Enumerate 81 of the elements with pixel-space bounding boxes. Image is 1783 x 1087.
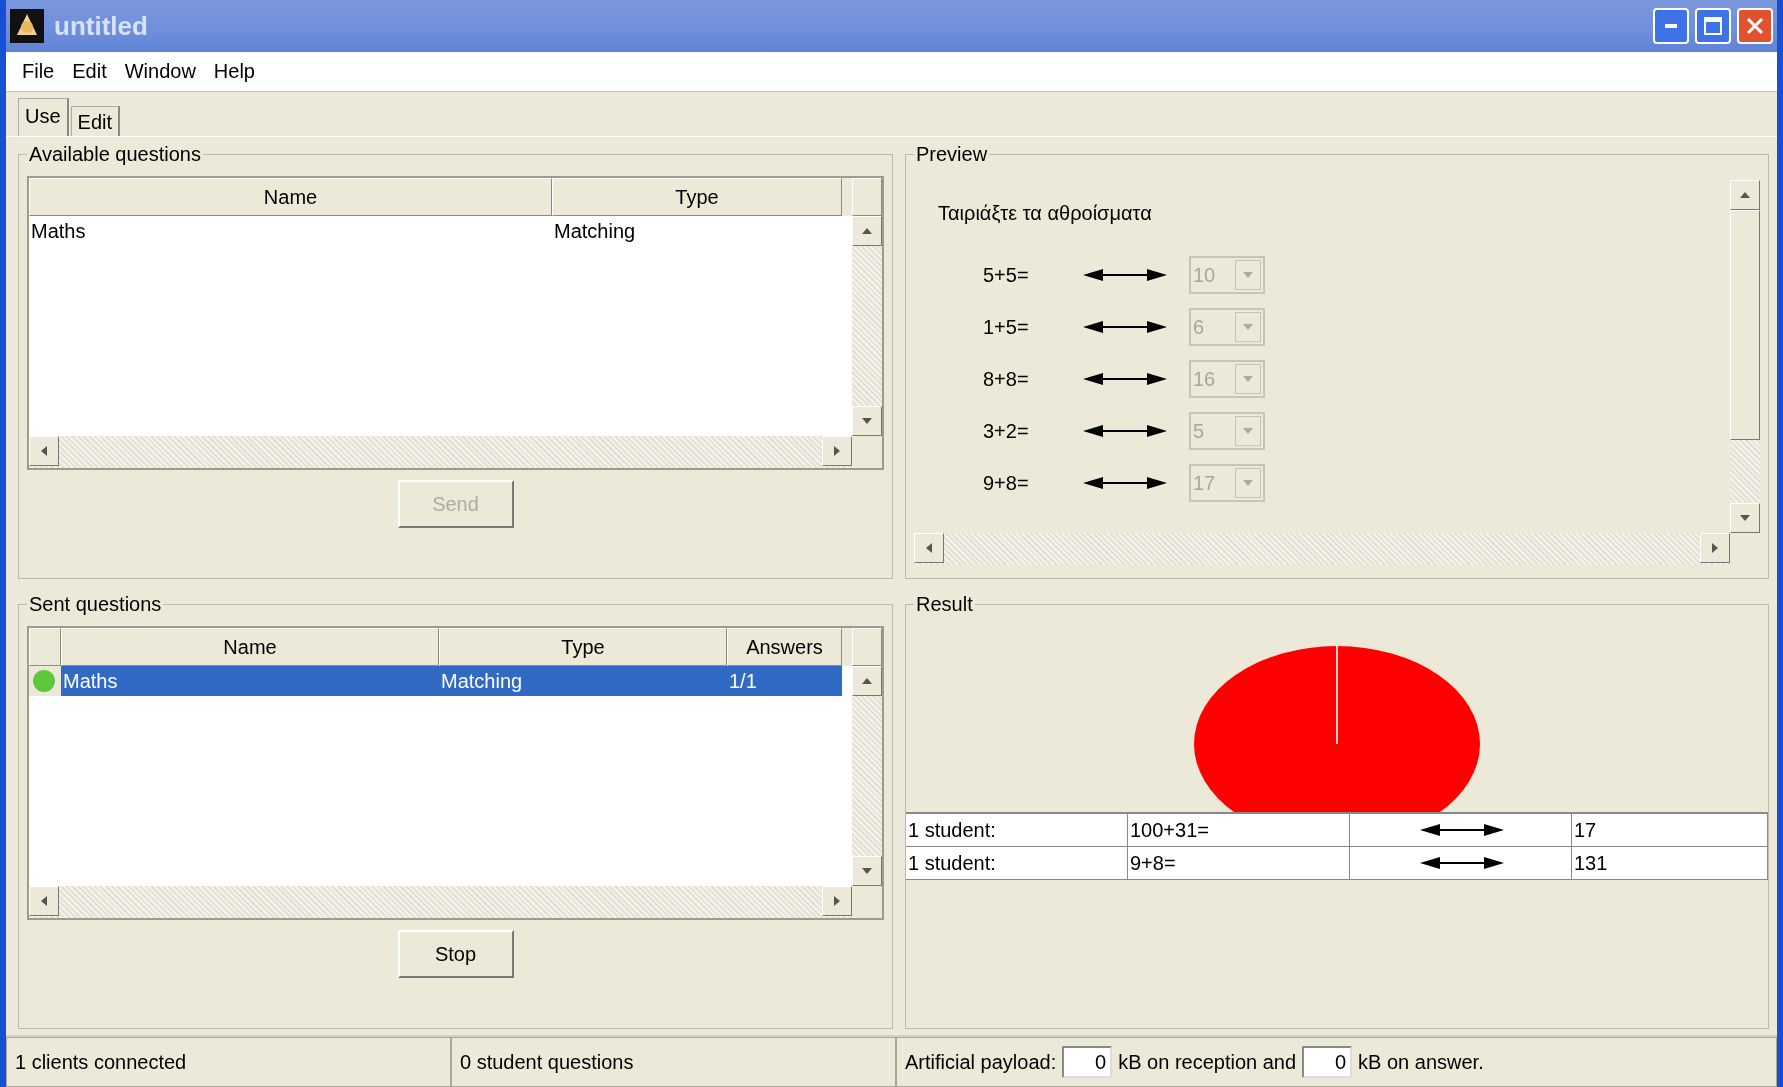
table-cell-text: Maths xyxy=(30,218,87,244)
table-row[interactable]: Maths Matching xyxy=(29,216,852,246)
close-icon xyxy=(1745,16,1765,36)
dropdown-value: 5 xyxy=(1193,419,1205,443)
scroll-down-button[interactable] xyxy=(852,856,882,886)
scroll-down-button[interactable] xyxy=(852,406,882,436)
question-text: Ταιριάξτε τα αθροίσματα xyxy=(938,202,1153,225)
column-header[interactable]: Name xyxy=(61,628,439,666)
app-icon xyxy=(10,9,44,43)
maximize-button[interactable] xyxy=(1695,8,1731,44)
dropdown-value: 16 xyxy=(1193,367,1216,391)
table-cell: 9+8= xyxy=(1128,847,1350,879)
double-arrow-icon xyxy=(1083,423,1167,439)
column-header[interactable]: Name xyxy=(29,178,552,216)
status-text: 1 clients connected xyxy=(6,1037,451,1087)
table-cell: 1 student: xyxy=(906,814,1128,846)
menu-item[interactable]: Help xyxy=(207,60,267,83)
field-label: Artificial payload: xyxy=(905,1050,1057,1074)
double-arrow-icon xyxy=(1419,855,1504,871)
vertical-scrollbar[interactable] xyxy=(852,216,882,436)
push-button[interactable]: Stop xyxy=(397,930,514,978)
double-arrow-icon xyxy=(1083,371,1167,387)
table-cell-text: Matching xyxy=(553,218,637,244)
field-label: kB on answer. xyxy=(1358,1050,1484,1074)
menu-item[interactable]: File xyxy=(16,60,67,83)
pair-left-text: 9+8= xyxy=(982,471,1030,495)
column-header[interactable]: Type xyxy=(552,178,842,216)
table-row[interactable]: Maths Matching 1/1 xyxy=(29,666,852,696)
dropdown-value: 10 xyxy=(1193,263,1216,287)
double-arrow-icon xyxy=(1083,475,1167,491)
vertical-scrollbar[interactable] xyxy=(852,666,882,886)
scroll-right-button[interactable] xyxy=(822,886,852,916)
group-title: Sent questions xyxy=(28,593,163,616)
scroll-thumb[interactable] xyxy=(1730,210,1760,440)
pair-left-text: 8+8= xyxy=(982,367,1030,391)
status-text: 0 student questions xyxy=(451,1037,896,1087)
scroll-left-button[interactable] xyxy=(914,533,944,563)
tab[interactable]: Use xyxy=(18,98,69,136)
scroll-down-button[interactable] xyxy=(1730,503,1760,533)
menu-item[interactable]: Window xyxy=(118,60,208,83)
scroll-left-button[interactable] xyxy=(29,436,59,466)
table-cell: Matching xyxy=(439,666,727,696)
vertical-scrollbar[interactable] xyxy=(1730,180,1760,533)
table-cell: 1/1 xyxy=(727,666,842,696)
minimize-icon xyxy=(1665,24,1677,28)
close-button[interactable] xyxy=(1737,8,1773,44)
answer-input[interactable]: 0 xyxy=(1302,1046,1353,1078)
horizontal-scrollbar[interactable] xyxy=(914,533,1730,565)
table-cell: Maths xyxy=(61,666,439,696)
pair-left-text: 3+2= xyxy=(982,419,1030,443)
table-cell: 131 xyxy=(1572,847,1768,879)
horizontal-scrollbar[interactable] xyxy=(29,886,852,918)
minimize-button[interactable] xyxy=(1653,8,1689,44)
reception-input[interactable]: 0 xyxy=(1062,1046,1113,1078)
scroll-right-button[interactable] xyxy=(822,436,852,466)
double-arrow-icon xyxy=(1083,319,1167,335)
dropdown-value: 17 xyxy=(1193,471,1216,495)
pair-left-text: 5+5= xyxy=(982,263,1030,287)
table-cell: 1 student: xyxy=(906,847,1128,879)
horizontal-scrollbar[interactable] xyxy=(29,436,852,468)
field-label: kB on reception and xyxy=(1118,1050,1297,1074)
scroll-up-button[interactable] xyxy=(1730,180,1760,210)
dropdown-value: 6 xyxy=(1193,315,1205,339)
scroll-up-button[interactable] xyxy=(852,216,882,246)
scroll-up-button[interactable] xyxy=(852,666,882,696)
double-arrow-icon xyxy=(1083,267,1167,283)
scroll-left-button[interactable] xyxy=(29,886,59,916)
double-arrow-icon xyxy=(1419,822,1504,838)
window-title: untitled xyxy=(54,10,149,42)
scroll-right-button[interactable] xyxy=(1700,533,1730,563)
pair-left-text: 1+5= xyxy=(982,315,1030,339)
tab[interactable]: Edit xyxy=(70,106,121,136)
group-title: Preview xyxy=(915,143,989,166)
maximize-icon xyxy=(1703,16,1723,36)
table-cell: 100+31= xyxy=(1128,814,1350,846)
menu-item[interactable]: Edit xyxy=(66,60,119,83)
table-cell: 17 xyxy=(1572,814,1768,846)
group-title: Available questions xyxy=(28,143,202,166)
column-header[interactable]: Type xyxy=(439,628,727,666)
group-title: Result xyxy=(915,593,974,616)
column-header[interactable]: Answers xyxy=(727,628,842,666)
